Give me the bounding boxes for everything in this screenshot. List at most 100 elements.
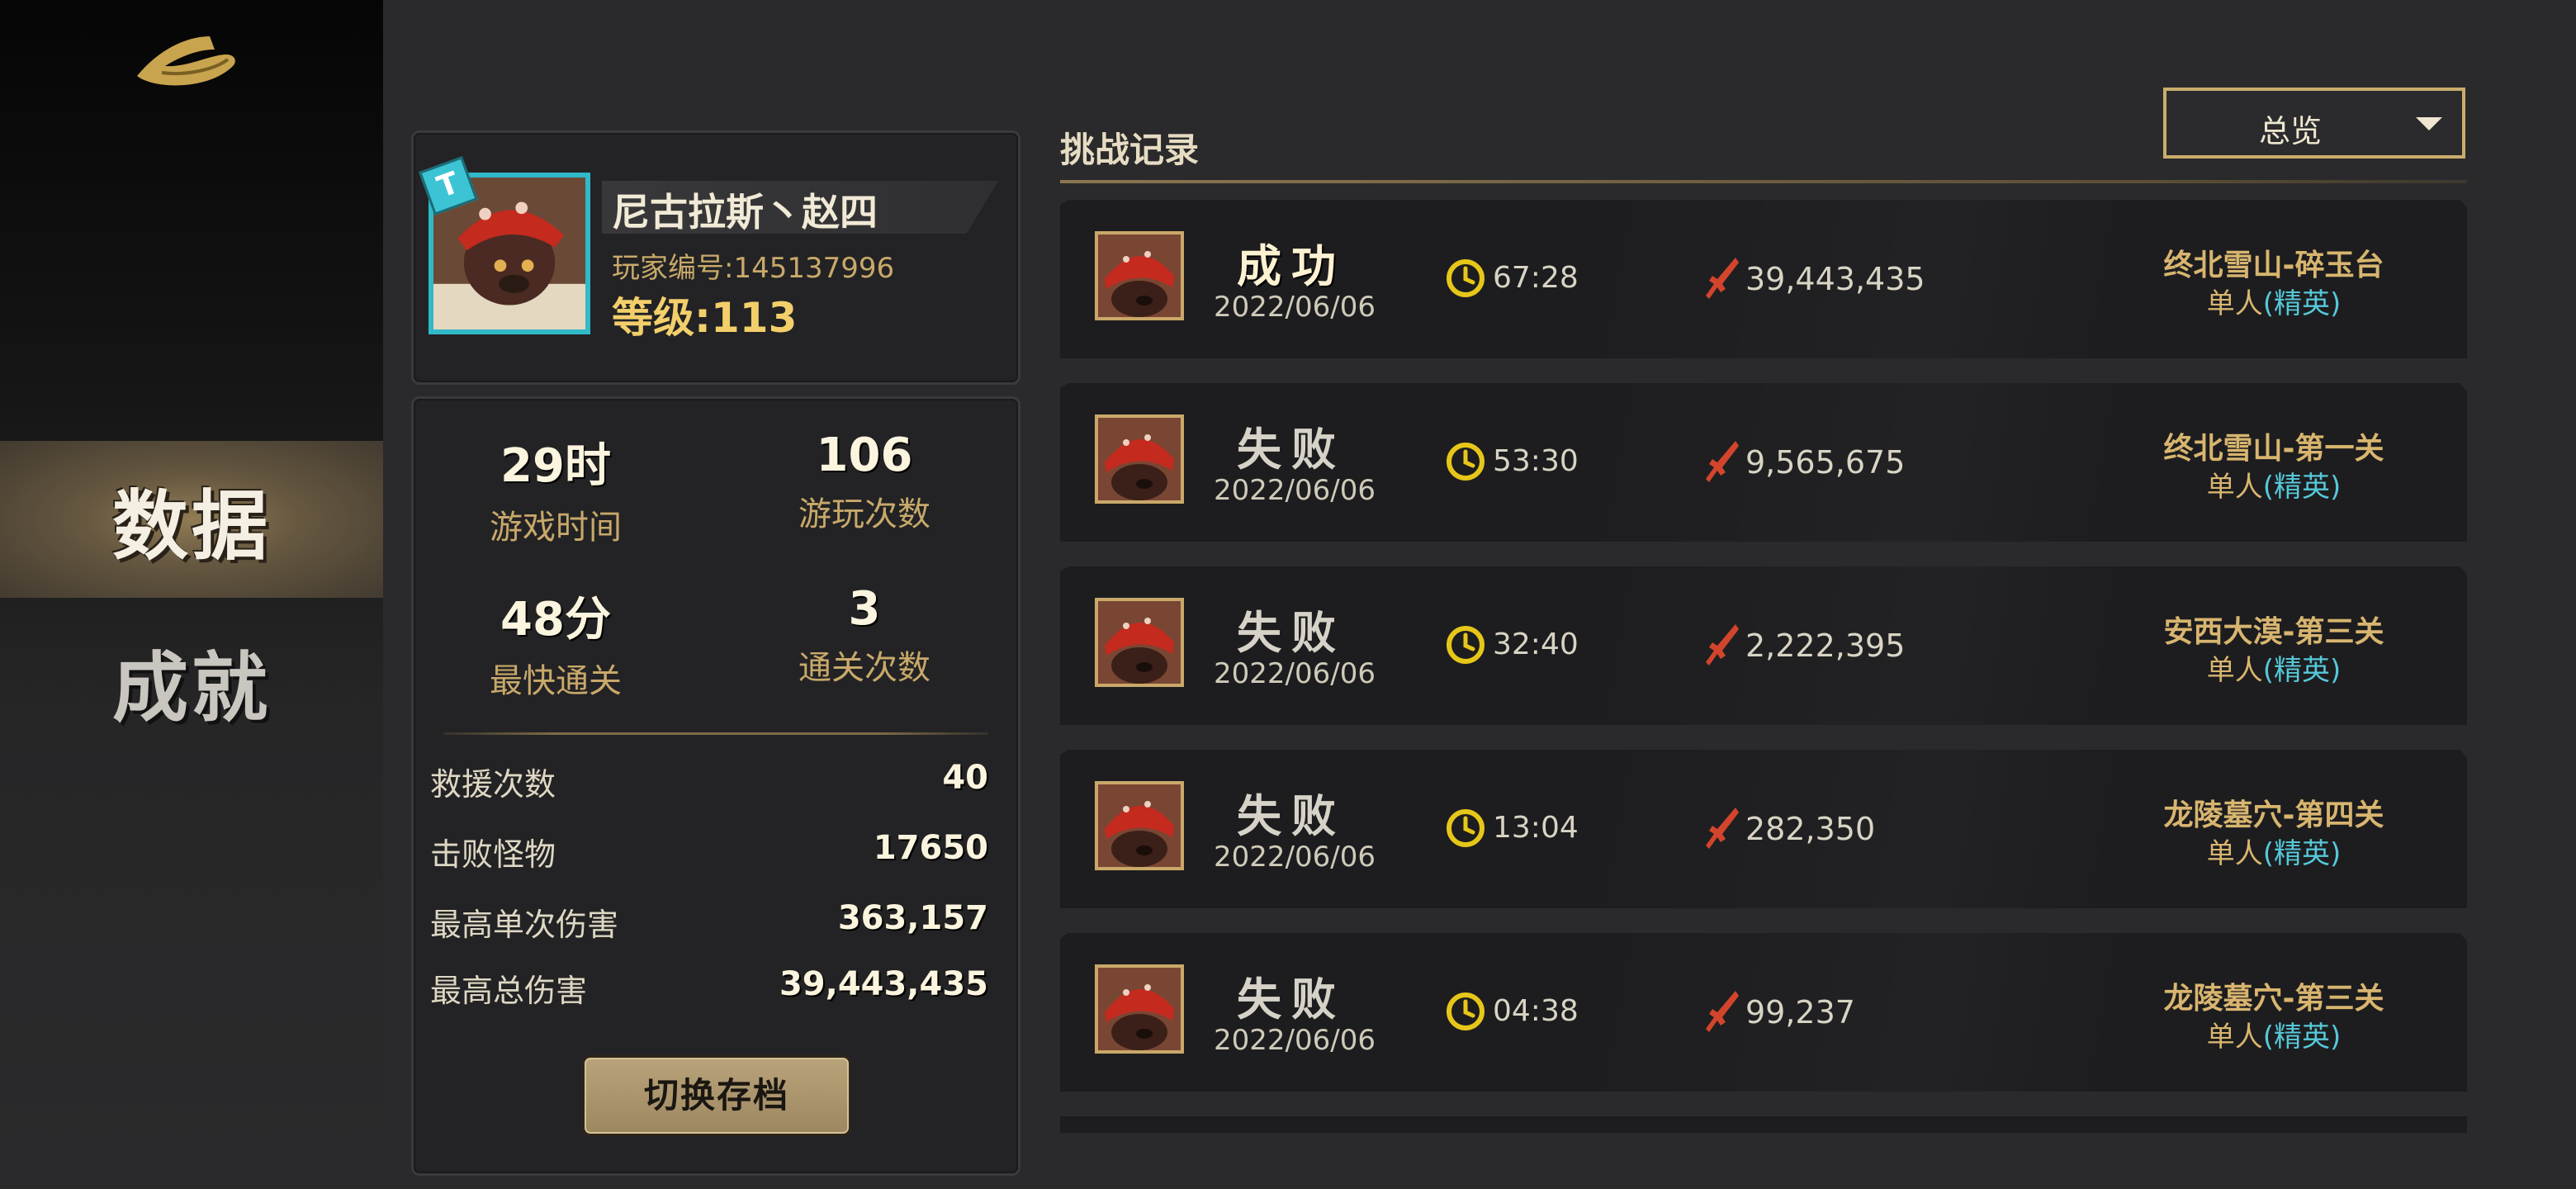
record-row[interactable]: 失败 2022/06/06 13:04 282,350 龙陵墓穴-第四关 单人(… <box>1060 750 2467 908</box>
record-avatar <box>1095 781 1184 870</box>
record-difficulty: (精英) <box>2262 1021 2342 1054</box>
record-damage: 2,222,395 <box>1745 628 1906 664</box>
profile-card: T 尼古拉斯丶赵四 玩家编号:145137996 等级:113 <box>411 130 1020 385</box>
stat-label: 通关次数 <box>798 649 930 687</box>
record-time: 53:30 <box>1493 444 1579 478</box>
player-name: 尼古拉斯丶赵四 <box>612 190 878 234</box>
clock-icon <box>1447 626 1485 664</box>
record-row-partial <box>1060 1116 2467 1133</box>
record-damage: 39,443,435 <box>1745 261 1925 297</box>
sword-icon <box>1706 258 1739 299</box>
records-title: 挑战记录 <box>1060 130 1200 170</box>
dropdown-selected: 总览 <box>2258 113 2322 149</box>
detail-max-total-damage: 最高总伤害 39,443,435 <box>430 965 988 1015</box>
clock-icon <box>1447 992 1485 1030</box>
divider <box>443 732 988 735</box>
stats-card: 29时 游戏时间 106 游玩次数 48分 最快通关 3 通关次数 救援次数 4… <box>411 396 1020 1176</box>
record-stage: 龙陵墓穴-第四关 <box>2163 798 2384 832</box>
record-date: 2022/06/06 <box>1214 841 1376 874</box>
record-mode-label: 单人 <box>2206 837 2263 870</box>
detail-rescues: 救援次数 40 <box>430 759 988 808</box>
stat-clear-count: 3 通关次数 <box>741 582 988 689</box>
record-mode-label: 单人 <box>2206 654 2263 687</box>
detail-value: 17650 <box>873 829 988 867</box>
records-underline <box>1060 180 2467 183</box>
detail-label: 救援次数 <box>430 766 556 803</box>
record-mode-label: 单人 <box>2206 1021 2263 1054</box>
detail-label: 最高总伤害 <box>430 973 588 1009</box>
record-mode: 单人(精英) <box>2092 1014 2455 1054</box>
sword-icon <box>1706 624 1739 666</box>
record-difficulty: (精英) <box>2262 287 2342 320</box>
nav-tab-data[interactable]: 数据 <box>0 441 383 598</box>
clock-icon <box>1447 809 1485 847</box>
record-mode-label: 单人 <box>2206 471 2263 504</box>
switch-save-button[interactable]: 切换存档 <box>582 1055 851 1136</box>
stat-value: 48分 <box>500 593 611 647</box>
record-row[interactable]: 成功 2022/06/06 67:28 39,443,435 终北雪山-碎玉台 … <box>1060 200 2467 358</box>
record-mode: 单人(精英) <box>2092 831 2455 871</box>
record-date: 2022/06/06 <box>1214 474 1376 507</box>
record-result: 失败 <box>1237 973 1346 1026</box>
record-row[interactable]: 失败 2022/06/06 32:40 2,222,395 安西大漠-第三关 单… <box>1060 566 2467 725</box>
record-stage: 龙陵墓穴-第三关 <box>2163 982 2384 1016</box>
detail-value: 40 <box>942 759 988 797</box>
game-logo-icon <box>137 36 235 86</box>
record-result: 失败 <box>1237 606 1346 659</box>
record-stage: 安西大漠-第三关 <box>2163 615 2384 649</box>
record-row[interactable]: 失败 2022/06/06 04:38 99,237 龙陵墓穴-第三关 单人(精… <box>1060 933 2467 1092</box>
record-stage: 终北雪山-第一关 <box>2163 432 2384 466</box>
record-date: 2022/06/06 <box>1214 1024 1376 1057</box>
sword-icon <box>1706 441 1739 482</box>
chevron-down-icon <box>2416 117 2442 130</box>
record-difficulty: (精英) <box>2262 837 2342 870</box>
record-difficulty: (精英) <box>2262 654 2342 687</box>
player-level: 等级:113 <box>612 294 798 342</box>
record-mode: 单人(精英) <box>2092 647 2455 688</box>
record-result: 失败 <box>1237 423 1346 476</box>
stat-value: 29时 <box>500 439 611 493</box>
record-time: 67:28 <box>1493 261 1579 295</box>
record-difficulty: (精英) <box>2262 471 2342 504</box>
record-date: 2022/06/06 <box>1214 291 1376 324</box>
record-result: 成功 <box>1237 239 1346 292</box>
clock-icon <box>1447 259 1485 297</box>
record-avatar <box>1095 964 1184 1054</box>
stat-label: 最快通关 <box>490 662 622 700</box>
detail-value: 363,157 <box>837 899 988 937</box>
detail-value: 39,443,435 <box>779 965 988 1003</box>
record-damage: 282,350 <box>1745 811 1876 847</box>
record-time: 04:38 <box>1493 994 1579 1028</box>
record-result: 失败 <box>1237 789 1346 842</box>
stat-value: 3 <box>848 582 881 636</box>
sword-icon <box>1706 808 1739 849</box>
record-damage: 99,237 <box>1745 994 1855 1030</box>
record-avatar <box>1095 231 1184 320</box>
record-time: 13:04 <box>1493 811 1579 845</box>
player-id: 玩家编号:145137996 <box>612 252 895 285</box>
stat-play-count: 106 游玩次数 <box>741 429 988 535</box>
nav-tab-achievements[interactable]: 成就 <box>0 603 383 760</box>
record-date: 2022/06/06 <box>1214 657 1376 690</box>
sword-icon <box>1706 991 1739 1032</box>
record-time: 32:40 <box>1493 628 1579 661</box>
records-filter-dropdown[interactable]: 总览 <box>2163 88 2465 159</box>
detail-label: 最高单次伤害 <box>430 907 619 943</box>
record-mode: 单人(精英) <box>2092 281 2455 321</box>
record-avatar <box>1095 414 1184 504</box>
stat-fastest-clear: 48分 最快通关 <box>432 582 680 702</box>
detail-monsters-defeated: 击败怪物 17650 <box>430 829 988 879</box>
record-stage: 终北雪山-碎玉台 <box>2163 249 2384 282</box>
stat-value: 106 <box>816 429 913 482</box>
detail-max-single-damage: 最高单次伤害 363,157 <box>430 899 988 949</box>
record-damage: 9,565,675 <box>1745 444 1906 481</box>
stat-label: 游玩次数 <box>798 495 930 533</box>
clock-icon <box>1447 443 1485 481</box>
record-avatar <box>1095 598 1184 687</box>
stat-play-time: 29时 游戏时间 <box>432 429 680 548</box>
side-nav: 数据 成就 <box>0 0 383 1189</box>
record-mode-label: 单人 <box>2206 287 2263 320</box>
stat-label: 游戏时间 <box>490 509 622 547</box>
record-row[interactable]: 失败 2022/06/06 53:30 9,565,675 终北雪山-第一关 单… <box>1060 383 2467 542</box>
record-mode: 单人(精英) <box>2092 464 2455 504</box>
